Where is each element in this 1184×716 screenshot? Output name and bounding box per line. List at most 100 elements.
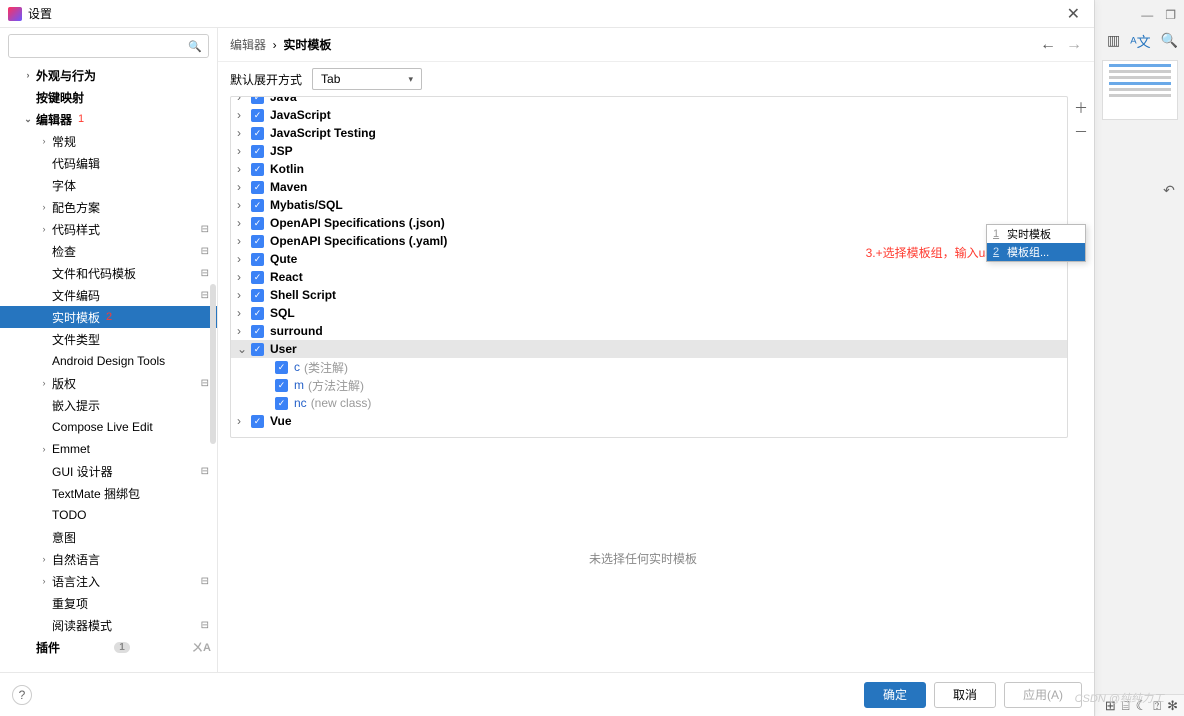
expand-mode-row: 默认展开方式 Tab ▾ (218, 62, 1094, 96)
template-tree[interactable]: JavaJavaScriptJavaScript TestingJSPKotli… (230, 96, 1068, 438)
scrollbar-thumb[interactable] (210, 284, 216, 444)
checkbox[interactable] (251, 235, 264, 248)
sidebar-item[interactable]: 阅读器模式⊟ (0, 614, 217, 636)
template-group-row[interactable]: surround (231, 322, 1067, 340)
sidebar-item[interactable]: 按键映射 (0, 86, 217, 108)
checkbox[interactable] (251, 96, 264, 104)
template-group-row[interactable]: Vue (231, 412, 1067, 430)
sidebar-item[interactable]: ›代码样式⊟ (0, 218, 217, 240)
template-group-row[interactable]: Java (231, 96, 1067, 106)
template-group-row[interactable]: JSP (231, 142, 1067, 160)
sidebar-item[interactable]: ›自然语言 (0, 548, 217, 570)
sidebar-item[interactable]: 重复项 (0, 592, 217, 614)
template-group-row[interactable]: User (231, 340, 1067, 358)
sidebar-item[interactable]: ›配色方案 (0, 196, 217, 218)
add-icon[interactable]: ＋ (1072, 98, 1090, 116)
sidebar-item[interactable]: 文件类型 (0, 328, 217, 350)
checkbox[interactable] (251, 145, 264, 158)
sidebar-item[interactable]: ›语言注入⊟ (0, 570, 217, 592)
help-icon[interactable]: ? (12, 685, 32, 705)
template-group-row[interactable]: JavaScript (231, 106, 1067, 124)
template-group-row[interactable]: Kotlin (231, 160, 1067, 178)
checkbox[interactable] (275, 397, 288, 410)
forward-icon[interactable]: → (1066, 36, 1082, 54)
settings-tree[interactable]: ›外观与行为按键映射⌄编辑器1›常规代码编辑字体›配色方案›代码样式⊟检查⊟文件… (0, 64, 217, 672)
lang-icon: ㄨA (192, 639, 211, 655)
add-popup-menu[interactable]: 1实时模板2模板组... (986, 224, 1086, 262)
sidebar-item[interactable]: 代码编辑 (0, 152, 217, 174)
template-item-row[interactable]: nc(new class) (231, 394, 1067, 412)
close-icon[interactable]: ✕ (1061, 4, 1086, 24)
sidebar-item[interactable]: GUI 设计器⊟ (0, 460, 217, 482)
sidebar-item-label: 检查 (52, 243, 76, 260)
menu-item[interactable]: 1实时模板 (987, 225, 1085, 243)
sidebar-item[interactable]: Android Design Tools (0, 350, 217, 372)
search-input-wrap[interactable]: 🔍 (8, 34, 209, 58)
maximize-icon[interactable]: ❐ (1165, 8, 1176, 22)
checkbox[interactable] (275, 379, 288, 392)
sidebar-item[interactable]: 嵌入提示 (0, 394, 217, 416)
sidebar-item[interactable]: 字体 (0, 174, 217, 196)
sidebar-item[interactable]: Compose Live Edit (0, 416, 217, 438)
checkbox[interactable] (251, 325, 264, 338)
checkbox[interactable] (251, 289, 264, 302)
template-group-row[interactable]: Maven (231, 178, 1067, 196)
checkbox[interactable] (251, 109, 264, 122)
panel-icon[interactable]: ▥ (1107, 32, 1120, 52)
checkbox[interactable] (251, 253, 264, 266)
checkbox[interactable] (251, 217, 264, 230)
sidebar-item-label: 文件编码 (52, 287, 100, 304)
apply-button[interactable]: 应用(A) (1004, 682, 1082, 708)
sidebar-item[interactable]: ›外观与行为 (0, 64, 217, 86)
minimize-icon[interactable]: — (1141, 8, 1153, 22)
sidebar-item[interactable]: 意图 (0, 526, 217, 548)
sidebar-item-label: 重复项 (52, 595, 88, 612)
sidebar-item[interactable]: ⌄编辑器1 (0, 108, 217, 130)
gear-icon[interactable]: ✻ (1167, 698, 1178, 714)
template-group-row[interactable]: JavaScript Testing (231, 124, 1067, 142)
checkbox[interactable] (251, 415, 264, 428)
search-input[interactable] (15, 39, 184, 53)
template-group-row[interactable]: React (231, 268, 1067, 286)
ok-button[interactable]: 确定 (864, 682, 926, 708)
search-icon[interactable]: 🔍 (1161, 32, 1178, 52)
cancel-button[interactable]: 取消 (934, 682, 996, 708)
checkbox[interactable] (251, 199, 264, 212)
translate-icon[interactable]: ᴬ文 (1130, 32, 1150, 52)
checkbox[interactable] (251, 163, 264, 176)
back-icon[interactable]: ← (1040, 36, 1056, 54)
sidebar-item[interactable]: ›Emmet (0, 438, 217, 460)
sidebar-item[interactable]: ›常规 (0, 130, 217, 152)
sidebar-item[interactable]: TextMate 捆绑包 (0, 482, 217, 504)
expand-dropdown[interactable]: Tab ▾ (312, 68, 422, 90)
sidebar-item[interactable]: 文件编码⊟ (0, 284, 217, 306)
template-group-name: User (270, 342, 297, 356)
sidebar-item-label: Compose Live Edit (52, 420, 153, 434)
template-group-row[interactable]: Shell Script (231, 286, 1067, 304)
sidebar-item[interactable]: 实时模板2 (0, 306, 217, 328)
undo-icon[interactable]: ↶ (1159, 182, 1179, 202)
checkbox[interactable] (251, 127, 264, 140)
breadcrumb-parent[interactable]: 编辑器 (230, 38, 266, 52)
sidebar-item[interactable]: 检查⊟ (0, 240, 217, 262)
checkbox[interactable] (275, 361, 288, 374)
project-badge-icon: ⊟ (201, 378, 209, 389)
checkbox[interactable] (251, 343, 264, 356)
template-abbr: c (294, 360, 300, 374)
sidebar-item-label: 按键映射 (36, 89, 84, 106)
checkbox[interactable] (251, 271, 264, 284)
project-badge-icon: ⊟ (201, 268, 209, 279)
sidebar-item[interactable]: 文件和代码模板⊟ (0, 262, 217, 284)
sidebar-item[interactable]: TODO (0, 504, 217, 526)
sidebar-item[interactable]: ›版权⊟ (0, 372, 217, 394)
template-group-row[interactable]: OpenAPI Specifications (.json) (231, 214, 1067, 232)
template-item-row[interactable]: c(类注解) (231, 358, 1067, 376)
sidebar-item[interactable]: 插件1ㄨA (0, 636, 217, 658)
menu-item[interactable]: 2模板组... (987, 243, 1085, 261)
remove-icon[interactable]: － (1072, 122, 1090, 140)
checkbox[interactable] (251, 181, 264, 194)
template-group-row[interactable]: Mybatis/SQL (231, 196, 1067, 214)
template-item-row[interactable]: m(方法注解) (231, 376, 1067, 394)
checkbox[interactable] (251, 307, 264, 320)
template-group-row[interactable]: SQL (231, 304, 1067, 322)
